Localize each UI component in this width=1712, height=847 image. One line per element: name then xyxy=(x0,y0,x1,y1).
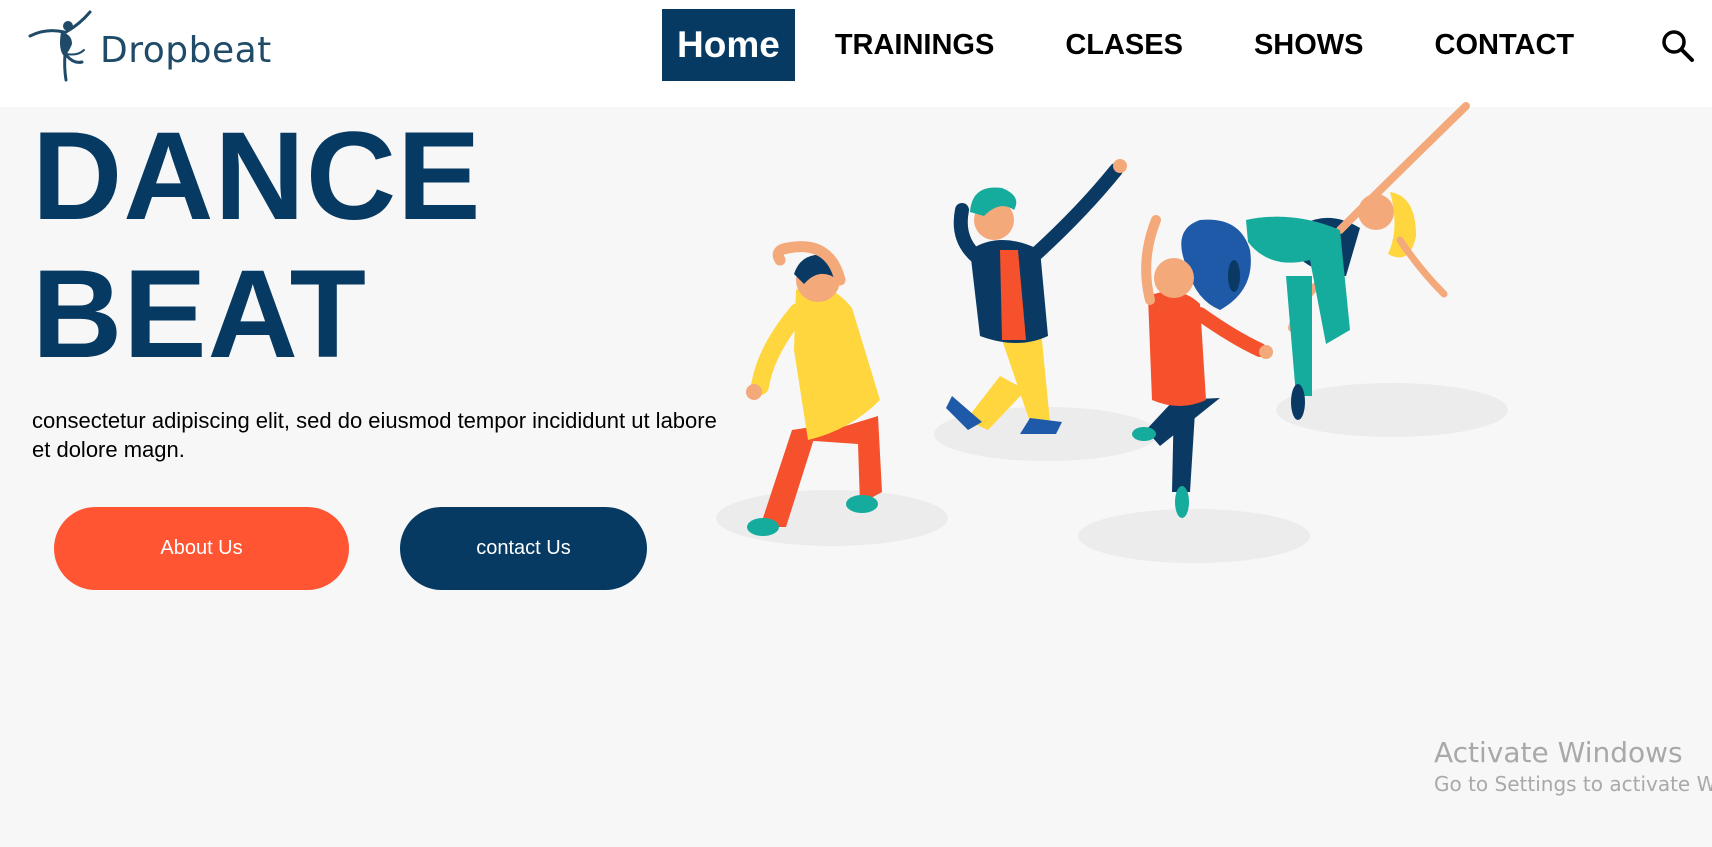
search-icon xyxy=(1662,30,1694,62)
hero-title-line-1: DANCE xyxy=(32,107,482,246)
search-button[interactable] xyxy=(1660,28,1696,64)
logo[interactable]: Dropbeat xyxy=(28,8,272,84)
watermark-subtitle: Go to Settings to activate Wi xyxy=(1434,772,1712,796)
dancer-green-hair xyxy=(946,159,1127,434)
main-nav: Home TRAININGS CLASES SHOWS CONTACT xyxy=(662,9,1645,81)
windows-activation-watermark: Activate Windows Go to Settings to activ… xyxy=(1434,736,1712,798)
nav-clases[interactable]: CLASES xyxy=(1065,9,1183,81)
site-header: Dropbeat Home TRAININGS CLASES SHOWS CON… xyxy=(0,0,1712,107)
about-us-button[interactable]: About Us xyxy=(54,507,349,590)
contact-us-button[interactable]: contact Us xyxy=(400,507,647,590)
nav-trainings[interactable]: TRAININGS xyxy=(835,9,995,81)
ballerina-logo-icon xyxy=(28,10,92,82)
watermark-title: Activate Windows xyxy=(1434,736,1683,769)
nav-shows[interactable]: SHOWS xyxy=(1254,9,1364,81)
dancer-blonde-hair xyxy=(1228,102,1470,420)
dancers-illustration xyxy=(716,102,1508,563)
hero-title: DANCE BEAT xyxy=(32,108,481,384)
hero-description: consectetur adipiscing elit, sed do eius… xyxy=(32,408,717,462)
hero-title-line-2: BEAT xyxy=(32,245,367,384)
dancer-blue-hair xyxy=(1132,215,1273,518)
nav-home[interactable]: Home xyxy=(662,9,795,81)
logo-text: Dropbeat xyxy=(100,29,272,71)
nav-contact[interactable]: CONTACT xyxy=(1435,9,1575,81)
